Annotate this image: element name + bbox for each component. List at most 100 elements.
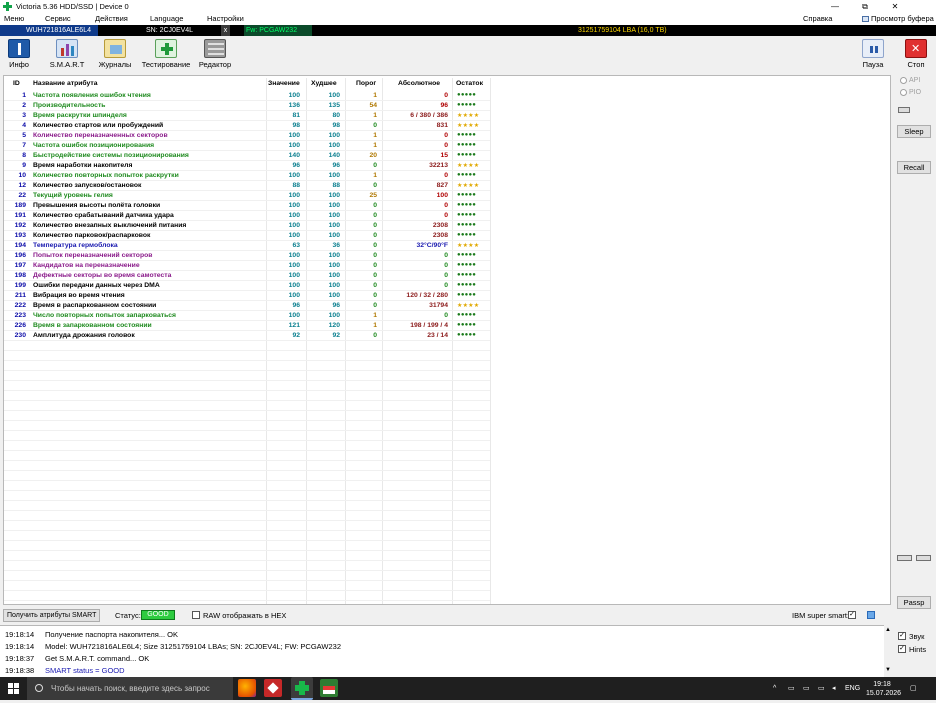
smart-button[interactable]: S.M.A.R.T [49,39,85,72]
slider-right[interactable] [916,555,931,561]
minimize-button[interactable]: — [820,0,850,13]
device-capacity: 31251759104 LBA (16,0 TB) [578,27,667,34]
cell-worst: 100 [328,262,340,269]
cell-value: 100 [288,192,300,199]
cell-name: Быстродействие системы позиционирования [33,152,189,159]
firefox-icon[interactable] [238,679,256,697]
cell-remaining: ●●●●● [457,92,477,98]
log-line: 19:18:14 Model: WUH721816ALE6L4; Size 312… [5,642,341,651]
search-icon [35,684,43,692]
cell-threshold: 0 [373,232,377,239]
header-threshold[interactable]: Порог [356,80,376,87]
header-worst[interactable]: Худшее [311,80,337,87]
sleep-button[interactable]: Sleep [897,125,931,138]
cell-remaining: ●●●●● [457,282,477,288]
device-model[interactable]: WUH721816ALE6L4 [0,25,98,36]
menu-item-menu[interactable]: Меню [4,14,24,23]
cell-name: Частота ошибок позиционирования [33,142,155,149]
app-icon-flag[interactable] [320,679,338,697]
cell-raw: 31794 [429,302,448,309]
notifications-icon[interactable]: ▢ [910,677,917,700]
header-id[interactable]: ID [13,80,20,87]
editor-button[interactable]: Редактор [199,39,231,72]
log-scrollbar[interactable]: ▲ ▼ [884,625,894,677]
slider-left[interactable] [897,555,912,561]
battery-icon[interactable]: ▭ [818,677,825,700]
scroll-up-icon[interactable]: ▲ [885,627,891,633]
menu-item-service[interactable]: Сервис [45,14,71,23]
cell-threshold: 0 [373,212,377,219]
get-smart-button[interactable]: Получить атрибуты SMART [3,609,101,622]
cell-raw: 0 [444,202,448,209]
cell-name: Температура гермоблока [33,242,118,249]
buffer-view-button[interactable]: Просмотр буфера [862,14,934,23]
cell-name: Текущий уровень гелия [33,192,113,199]
sound-checkbox[interactable]: ✓ [898,632,906,640]
pio-radio[interactable]: PIO [900,89,930,96]
header-raw[interactable]: Абсолютное [398,80,440,87]
ibm-smart-indicator[interactable] [867,611,875,619]
hints-checkbox[interactable]: ✓ [898,645,906,653]
cell-raw: 23 / 14 [427,332,448,339]
raw-hex-checkbox[interactable] [192,611,200,619]
header-name[interactable]: Название атрибута [33,80,98,87]
info-button[interactable]: Инфо [6,39,32,72]
pause-button[interactable]: Пауза [861,39,885,72]
cell-threshold: 1 [373,132,377,139]
device-toggle[interactable] [898,107,910,113]
editor-icon [204,39,226,58]
cell-threshold: 0 [373,332,377,339]
cell-value: 96 [292,162,300,169]
cell-value: 100 [288,282,300,289]
windows-start-icon[interactable] [8,683,19,694]
passp-button[interactable]: Passp [897,596,931,609]
cell-value: 100 [288,252,300,259]
cell-worst: 100 [328,132,340,139]
cell-raw: 32°C/90°F [416,242,448,249]
header-remaining[interactable]: Остаток [456,80,483,87]
cell-name: Время наработки накопителя [33,162,133,169]
menu-item-help[interactable]: Справка [803,14,832,23]
scroll-down-icon[interactable]: ▼ [885,667,891,673]
cell-worst: 100 [328,232,340,239]
info-icon [8,39,30,58]
cell-remaining: ●●●●● [457,142,477,148]
stop-button[interactable]: ✕ Стоп [905,39,927,72]
header-value[interactable]: Значение [268,80,300,87]
logs-button[interactable]: Журналы [99,39,131,72]
taskbar-search[interactable]: Чтобы начать поиск, введите здесь запрос [27,677,233,700]
testing-button[interactable]: Тестирование [142,39,190,72]
menu-item-actions[interactable]: Действия [95,14,128,23]
log-time: 19:18:14 [5,630,35,639]
victoria-taskbar-icon[interactable] [291,677,313,700]
restore-button[interactable]: ⧉ [850,0,880,13]
cell-name: Количество стартов или пробуждений [33,122,164,129]
recall-button[interactable]: Recall [897,161,931,174]
buffer-view-label: Просмотр буфера [871,14,934,23]
network-icon[interactable]: ▭ [788,677,795,700]
tray-chevron-icon[interactable]: ^ [773,677,776,700]
cell-id: 9 [22,162,26,169]
anydesk-icon[interactable] [264,679,282,697]
taskbar: Чтобы начать поиск, введите здесь запрос… [0,677,936,700]
close-button[interactable]: ✕ [880,0,910,13]
language-indicator[interactable]: ENG [845,677,860,700]
api-radio[interactable]: API [900,77,930,84]
cell-worst: 100 [328,212,340,219]
cell-name: Время раскрутки шпинделя [33,112,127,119]
volume-icon[interactable]: ◂ [832,677,836,700]
cell-name: Вибрация во время чтения [33,292,125,299]
cell-remaining: ●●●●● [457,192,477,198]
cell-threshold: 54 [369,102,377,109]
menu-item-language[interactable]: Language [150,14,183,23]
cell-remaining: ●●●●● [457,202,477,208]
cell-id: 194 [14,242,26,249]
display-icon[interactable]: ▭ [803,677,810,700]
status-label: Статус: [115,611,141,620]
ibm-smart-checkbox[interactable]: ✓ [848,611,856,619]
menu-item-settings[interactable]: Настройки [207,14,244,23]
device-close-button[interactable]: x [221,25,230,36]
cell-remaining: ●●●●● [457,102,477,108]
cell-value: 81 [292,112,300,119]
cell-remaining: ★★★★ [457,243,480,249]
